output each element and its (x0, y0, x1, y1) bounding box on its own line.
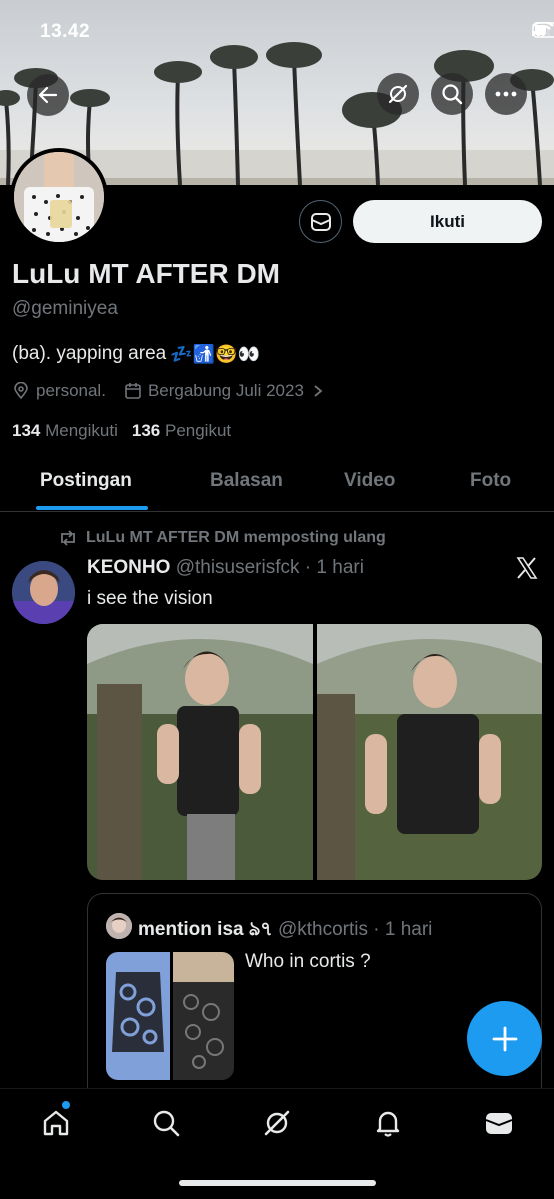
post-media[interactable] (87, 624, 542, 880)
quote-avatar-image (106, 913, 132, 939)
post-header: KEONHO @thisuserisfck · 1 hari (87, 557, 364, 579)
quote-text: Who in cortis ? (245, 951, 371, 972)
active-tab-indicator (36, 506, 148, 510)
profile-tabs: Postingan Balasan Video Foto (0, 452, 554, 512)
grok-icon (264, 1110, 290, 1136)
post-author-handle[interactable]: @thisuserisfck (176, 557, 300, 578)
nav-notifications[interactable] (370, 1105, 406, 1141)
repost-label: LuLu MT AFTER DM memposting ulang (86, 529, 386, 546)
repost-icon (61, 530, 75, 546)
follow-stats: 134 Mengikuti 136 Pengikut (12, 421, 231, 441)
search-icon (442, 84, 463, 105)
following-label: Mengikuti (45, 421, 118, 440)
follow-button[interactable]: Ikuti (353, 200, 542, 243)
nav-grok[interactable] (259, 1105, 295, 1141)
more-icon (495, 91, 517, 97)
back-arrow-icon (38, 86, 58, 104)
post-time: · 1 hari (304, 557, 364, 578)
plus-icon (492, 1026, 517, 1051)
home-indicator-bar (179, 1180, 376, 1186)
nav-home[interactable] (38, 1105, 74, 1141)
followers-count: 136 (131, 421, 161, 440)
quote-time: · 1 hari (373, 919, 433, 940)
home-notification-dot (62, 1101, 70, 1109)
tab-video[interactable]: Video (344, 470, 395, 492)
display-name: LuLu MT AFTER DM (12, 258, 281, 289)
quote-photo-1 (106, 952, 170, 1080)
post-author-name[interactable]: KEONHO (87, 557, 170, 578)
followers-label: Pengikut (164, 421, 232, 440)
post-text: i see the vision (87, 588, 213, 609)
nav-messages[interactable] (481, 1105, 517, 1141)
tab-balasan[interactable]: Balasan (210, 470, 283, 492)
bell-icon (376, 1111, 400, 1137)
user-handle: @geminiyea (12, 298, 118, 319)
status-time: 13.42 (40, 21, 91, 42)
following-stat[interactable]: 134 Mengikuti (12, 421, 118, 441)
location-icon (14, 382, 28, 400)
search-button[interactable] (431, 73, 473, 115)
repost-indicator: LuLu MT AFTER DM memposting ulang (58, 529, 386, 547)
following-count: 134 (12, 421, 41, 440)
mail-icon (485, 1113, 513, 1134)
battery-icon (532, 22, 554, 38)
quote-author-avatar (106, 913, 132, 939)
home-icon (43, 1110, 69, 1136)
photo-image (87, 624, 313, 880)
bio-emojis: 💤🚮🤓👀 (170, 343, 260, 365)
joined-text: Bergabung Juli 2023 (147, 381, 304, 400)
grok-button[interactable] (377, 73, 419, 115)
post-photo-1[interactable] (87, 624, 313, 880)
quote-photo-2 (173, 952, 234, 1080)
post-author-avatar[interactable] (12, 561, 75, 624)
followers-stat[interactable]: 136 Pengikut (132, 421, 231, 441)
more-button[interactable] (485, 73, 527, 115)
chevron-right-icon[interactable] (312, 384, 324, 398)
profile-meta: personal. Bergabung Juli 2023 (12, 381, 324, 401)
tab-postingan[interactable]: Postingan (40, 470, 132, 492)
tab-foto[interactable]: Foto (470, 470, 511, 492)
search-icon (153, 1110, 180, 1137)
message-button[interactable] (299, 200, 342, 243)
location-text: personal. (36, 381, 106, 400)
bio-text: (ba). yapping area (12, 343, 167, 364)
quote-media (106, 952, 234, 1080)
quote-author-handle: @kthcortis (277, 919, 368, 940)
quoted-post[interactable]: mention isa ঌ৭ @kthcortis · 1 hari Who i… (87, 893, 542, 1093)
grok-icon (388, 84, 408, 104)
quote-header: mention isa ঌ৭ @kthcortis · 1 hari (138, 915, 432, 947)
profile-avatar[interactable] (10, 148, 108, 246)
nav-search[interactable] (148, 1105, 184, 1141)
post-photo-2[interactable] (316, 624, 542, 880)
avatar-image (14, 152, 104, 242)
x-logo-icon (516, 557, 538, 579)
message-icon (310, 212, 331, 231)
photo-image (316, 624, 542, 880)
calendar-icon (125, 383, 141, 399)
bio: (ba). yapping area 💤🚮🤓👀 (12, 343, 260, 365)
author-avatar-image (12, 561, 75, 624)
compose-button[interactable] (467, 1001, 542, 1076)
back-button[interactable] (27, 74, 69, 116)
quote-author-name: mention isa ঌ৭ (138, 919, 273, 940)
